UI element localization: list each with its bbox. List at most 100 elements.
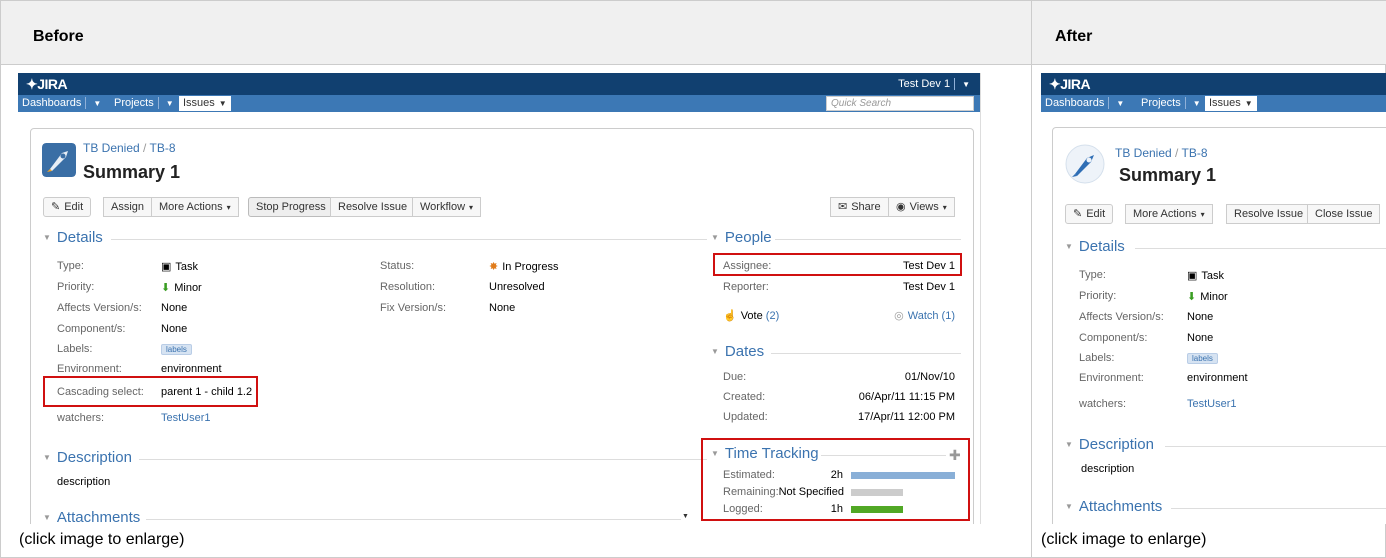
estimated-bar — [851, 472, 955, 479]
type-value-text: Task — [1201, 270, 1225, 282]
vote-link[interactable]: ☝ Vote (2) — [723, 309, 779, 322]
nav-projects-label: Projects — [1141, 97, 1181, 109]
dates-section-toggle[interactable]: ▼ Dates — [711, 343, 764, 360]
environment-label: Environment: — [57, 363, 122, 375]
description-title: Description — [56, 449, 132, 466]
cascading-select-value: parent 1 - child 1.2 — [161, 386, 253, 398]
after-caption[interactable]: (click image to enlarge) — [1041, 531, 1206, 549]
resolution-label: Resolution: — [380, 281, 436, 293]
nav-dashboards-label: Dashboards — [22, 97, 82, 109]
assign-button[interactable]: Assign — [103, 197, 153, 217]
stop-progress-button[interactable]: Stop Progress — [248, 197, 334, 217]
page-frame: Before After ✦JIRA Test Dev 1 ▼ Dashboard… — [0, 0, 1386, 558]
breadcrumb: TB Denied / TB-8 — [1115, 146, 1208, 160]
more-actions-button[interactable]: More Actions ▾ — [1125, 204, 1213, 224]
edit-button[interactable]: ✎ Edit — [1065, 204, 1114, 224]
edit-button-label: Edit — [1086, 208, 1106, 220]
due-value: 01/Nov/10 — [904, 371, 955, 383]
attachments-section-toggle[interactable]: ▼ Attachments — [1065, 498, 1162, 515]
people-section-toggle[interactable]: ▼ People — [711, 229, 772, 246]
quick-search-input[interactable]: Quick Search — [826, 96, 974, 111]
before-screenshot[interactable]: ✦JIRA Test Dev 1 ▼ Dashboards ▼ Projects ▼ … — [18, 73, 981, 524]
watchers-value-link[interactable]: TestUser1 — [161, 412, 211, 424]
before-column-title: Before — [33, 28, 84, 45]
details-section-toggle[interactable]: ▼ Details — [43, 229, 103, 246]
nav-issues[interactable]: Issues ▼ — [1205, 96, 1257, 111]
user-menu[interactable]: Test Dev 1 ▼ — [898, 78, 970, 90]
breadcrumb-key-link[interactable]: TB-8 — [150, 141, 176, 155]
description-text: description — [57, 476, 111, 488]
description-section-toggle[interactable]: ▼ Description — [43, 449, 132, 466]
chevron-down-icon: ▾ — [226, 203, 231, 212]
views-button[interactable]: ◉ Views ▾ — [888, 197, 955, 217]
section-divider — [139, 459, 707, 460]
workflow-button[interactable]: Workflow ▾ — [412, 197, 482, 217]
edit-button[interactable]: ✎ Edit — [43, 197, 92, 217]
nav-dashboards[interactable]: Dashboards ▼ — [1045, 97, 1124, 109]
reporter-value: Test Dev 1 — [903, 281, 955, 293]
workflow-label: Workflow — [420, 201, 466, 213]
stop-progress-label: Stop Progress — [256, 201, 326, 213]
details-section-toggle[interactable]: ▼ Details — [1065, 238, 1125, 255]
type-value-text: Task — [175, 261, 199, 273]
project-avatar-icon — [42, 143, 76, 177]
section-divider — [775, 239, 961, 240]
estimated-label: Estimated: — [723, 469, 775, 481]
nav-projects[interactable]: Projects ▼ — [1141, 97, 1201, 109]
component-label: Component/s: — [1079, 332, 1148, 344]
breadcrumb-project-link[interactable]: TB Denied — [1115, 146, 1172, 160]
nav-dashboards-label: Dashboards — [1045, 97, 1105, 109]
after-screenshot[interactable]: ✦JIRA Dashboards ▼ Projects ▼ Issues ▼ TB D… — [1041, 73, 1386, 524]
share-label: Share — [851, 201, 881, 213]
pencil-icon: ✎ — [51, 201, 61, 213]
nav-projects[interactable]: Projects ▼ — [114, 97, 174, 109]
issue-summary-title: Summary 1 — [1119, 165, 1217, 185]
resolve-issue-button[interactable]: Resolve Issue — [1226, 204, 1312, 224]
details-title: Details — [1078, 238, 1125, 255]
details-title: Details — [56, 229, 103, 246]
jira-logo[interactable]: ✦JIRA — [26, 76, 68, 93]
share-button[interactable]: ✉ Share — [830, 197, 889, 217]
issue-summary-title: Summary 1 — [83, 162, 181, 182]
jira-logo[interactable]: ✦JIRA — [1049, 76, 1091, 93]
more-actions-button[interactable]: More Actions ▾ — [151, 197, 239, 217]
close-issue-label: Close Issue — [1315, 208, 1373, 220]
priority-value: ⬇ Minor — [1187, 290, 1228, 303]
before-caption[interactable]: (click image to enlarge) — [19, 531, 184, 549]
due-label: Due: — [723, 371, 747, 383]
resolution-value: Unresolved — [489, 281, 545, 293]
resolve-issue-button[interactable]: Resolve Issue — [330, 197, 416, 217]
labels-badge[interactable]: labels — [1187, 353, 1218, 364]
time-tracking-section-toggle[interactable]: ▼ Time Tracking — [711, 445, 819, 462]
jira-nav-bar: Dashboards ▼ Projects ▼ Issues ▼ Quick Sear… — [18, 95, 980, 112]
task-icon: ▣ — [161, 261, 172, 273]
labels-badge[interactable]: labels — [161, 344, 192, 355]
breadcrumb-project-link[interactable]: TB Denied — [83, 141, 140, 155]
arrow-down-icon: ⬇ — [161, 282, 171, 294]
nav-issues[interactable]: Issues ▼ — [179, 96, 231, 111]
priority-value-text: Minor — [174, 282, 202, 294]
description-section-toggle[interactable]: ▼ Description — [1065, 436, 1154, 453]
breadcrumb-key-link[interactable]: TB-8 — [1182, 146, 1208, 160]
nav-dashboards[interactable]: Dashboards ▼ — [22, 97, 101, 109]
assign-button-label: Assign — [111, 201, 145, 213]
chevron-down-icon: ▼ — [93, 99, 102, 108]
scroll-down-arrow-icon[interactable]: ▼ — [682, 513, 689, 520]
project-avatar-icon — [1065, 144, 1105, 184]
attachments-section-toggle[interactable]: ▼ Attachments — [43, 509, 140, 524]
watch-eye-icon: ◎ — [894, 310, 904, 322]
watchers-value-link[interactable]: TestUser1 — [1187, 398, 1237, 410]
watch-link[interactable]: ◎ Watch (1) — [894, 309, 955, 322]
chevron-down-icon: ▾ — [942, 203, 947, 212]
column-header-row: Before After — [1, 1, 1386, 65]
more-actions-label: More Actions — [1133, 208, 1197, 220]
priority-value: ⬇ Minor — [161, 281, 202, 294]
close-issue-button[interactable]: Close Issue — [1307, 204, 1381, 224]
people-title: People — [724, 229, 772, 246]
watchers-label: watchers: — [57, 412, 105, 424]
views-label: Views — [909, 201, 939, 213]
jira-header-bar: ✦JIRA — [1041, 73, 1386, 95]
thumbs-up-icon: ☝ — [723, 310, 737, 322]
log-work-plus-icon[interactable]: ✚ — [949, 447, 961, 464]
after-column-title: After — [1055, 28, 1093, 45]
